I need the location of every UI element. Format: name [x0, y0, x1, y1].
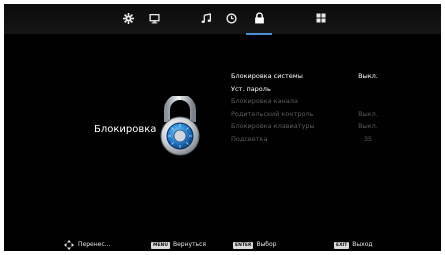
hint-select: ENTER Выбор — [233, 239, 277, 251]
menu-item-label: Уст. пароль — [231, 84, 271, 93]
hint-select-label: Выбор — [256, 241, 277, 248]
music-note-icon[interactable] — [199, 11, 213, 25]
menu-item-label: Блокировка канала — [231, 97, 298, 105]
hint-move-label: Перенес... — [78, 241, 111, 248]
section-title: Блокировка — [94, 124, 157, 135]
menu-item-label: Блокировка системы — [231, 72, 303, 80]
menu-item-value: 35 — [363, 134, 373, 143]
arrow-keys-icon — [64, 240, 74, 250]
hint-back: MENU Вернуться — [151, 239, 206, 251]
hint-exit: EXIT Выход — [334, 239, 373, 251]
menu-item-keypad-lock[interactable]: Блокировка клавиатуры Выкл. — [229, 120, 429, 133]
hint-move: Перенес... — [64, 239, 110, 251]
menu-item-channel-lock[interactable]: Блокировка канала — [229, 95, 429, 108]
padlock-icon — [154, 94, 206, 158]
hint-exit-label: Выход — [352, 241, 373, 248]
lock-icon[interactable] — [246, 11, 272, 35]
menu-item-system-lock[interactable]: Блокировка системы Выкл. — [229, 70, 429, 83]
monitor-icon[interactable] — [147, 11, 161, 25]
clock-icon[interactable] — [224, 11, 238, 25]
lock-settings-menu: Блокировка системы Выкл. Уст. пароль Бло… — [229, 70, 429, 145]
menu-item-label: Блокировка клавиатуры — [231, 122, 315, 130]
gear-icon[interactable] — [121, 11, 135, 25]
menu-key-badge: MENU — [151, 241, 170, 249]
menu-item-label: Подсветка — [231, 134, 268, 143]
menu-item-value: Выкл. — [358, 122, 378, 130]
tv-menu-screen: Блокировка Блокировка системы Выкл. Уст.… — [4, 4, 441, 251]
exit-key-badge: EXIT — [334, 241, 350, 249]
menu-item-value: Выкл. — [358, 72, 378, 80]
enter-key-badge: ENTER — [233, 241, 254, 249]
menu-item-value: Выкл. — [358, 109, 378, 118]
menu-item-set-password[interactable]: Уст. пароль — [229, 83, 429, 96]
hint-back-label: Вернуться — [172, 241, 207, 248]
menu-item-parental-control[interactable]: Родительский контроль Выкл. — [229, 108, 429, 121]
apps-grid-icon[interactable] — [314, 11, 328, 25]
top-tab-bar — [4, 4, 441, 35]
bottom-hint-bar: Перенес... MENU Вернуться ENTER Выбор EX… — [4, 239, 441, 251]
menu-item-label: Родительский контроль — [231, 109, 314, 118]
menu-item-backlight[interactable]: Подсветка 35 — [229, 133, 429, 146]
